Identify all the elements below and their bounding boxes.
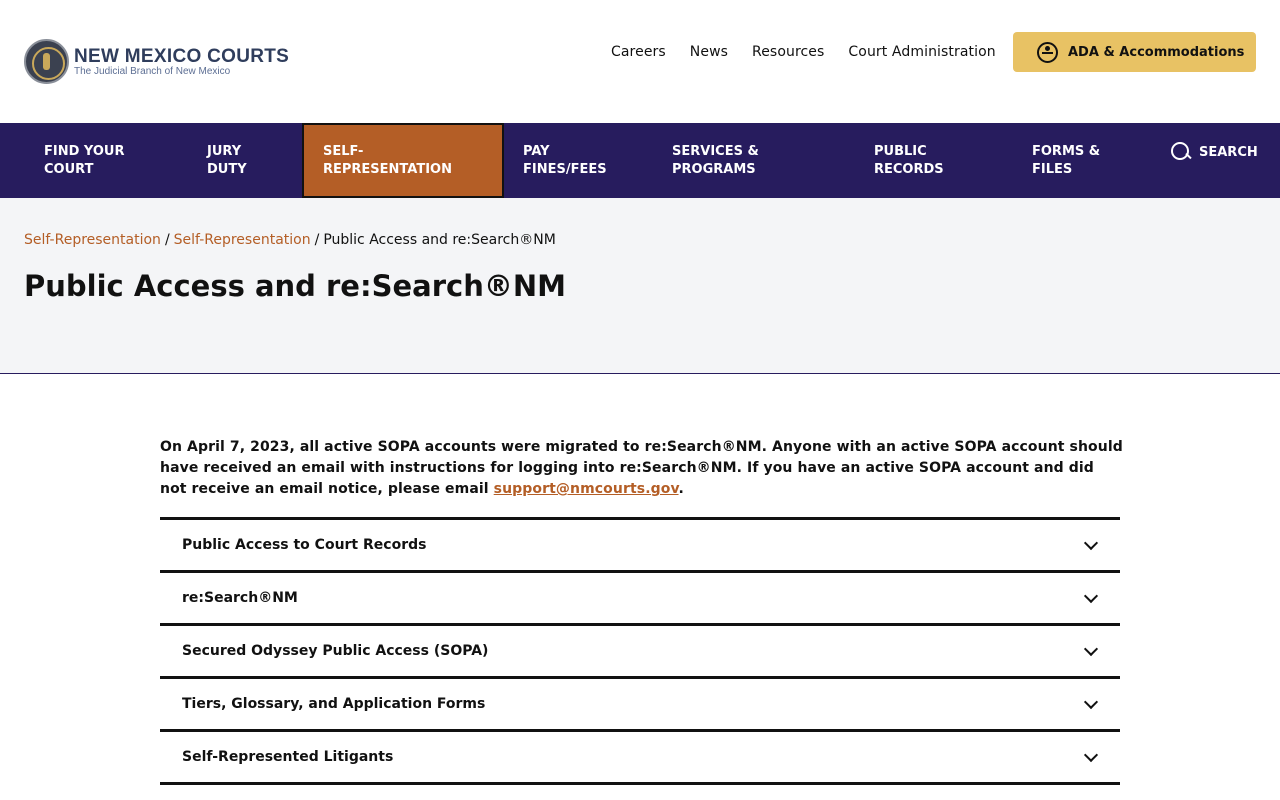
- chevron-down-icon: [1083, 588, 1099, 603]
- accordion-label: Tiers, Glossary, and Application Forms: [182, 696, 486, 712]
- migration-notice: On April 7, 2023, all active SOPA accoun…: [160, 437, 1125, 500]
- ada-accommodations-button[interactable]: ADA & Accommodations: [1013, 32, 1256, 72]
- breadcrumb: Self-Representation / Self-Representation /…: [24, 232, 556, 248]
- accordion-item-sopa[interactable]: Secured Odyssey Public Access (SOPA): [160, 626, 1120, 679]
- breadcrumb-separator: /: [164, 232, 170, 248]
- site-logo[interactable]: NEW MEXICO COURTS The Judicial Branch of…: [24, 39, 289, 84]
- accordion-item-tiers-glossary[interactable]: Tiers, Glossary, and Application Forms: [160, 679, 1120, 732]
- logo-subtitle: The Judicial Branch of New Mexico: [74, 65, 231, 77]
- utility-link-news[interactable]: News: [690, 44, 728, 60]
- breadcrumb-separator: /: [314, 232, 320, 248]
- accordion-item-public-access[interactable]: Public Access to Court Records: [160, 520, 1120, 573]
- logo-text: NEW MEXICO COURTS The Judicial Branch of…: [74, 47, 289, 77]
- court-seal-icon: [24, 39, 69, 84]
- accordion-label: Self-Represented Litigants: [182, 749, 394, 765]
- accordion-item-self-represented-litigants[interactable]: Self-Represented Litigants: [160, 732, 1120, 785]
- nav-item-services-programs[interactable]: SERVICES & PROGRAMS: [672, 123, 822, 198]
- accordion-item-research-nm[interactable]: re:Search®NM: [160, 573, 1120, 626]
- chevron-down-icon: [1083, 535, 1099, 550]
- utility-nav: Careers News Resources Court Administrat…: [611, 44, 1020, 60]
- search-button[interactable]: SEARCH: [1171, 142, 1258, 162]
- chevron-down-icon: [1083, 747, 1099, 762]
- utility-link-careers[interactable]: Careers: [611, 44, 666, 60]
- site-header: NEW MEXICO COURTS The Judicial Branch of…: [0, 0, 1280, 123]
- utility-link-resources[interactable]: Resources: [752, 44, 824, 60]
- search-label: SEARCH: [1199, 144, 1258, 160]
- nav-item-pay-fines-fees[interactable]: PAY FINES/FEES: [523, 123, 643, 198]
- nav-item-find-your-court[interactable]: FIND YOUR COURT: [44, 123, 174, 198]
- accordion-label: re:Search®NM: [182, 590, 298, 606]
- accordion-label: Secured Odyssey Public Access (SOPA): [182, 643, 489, 659]
- nav-item-forms-files[interactable]: FORMS & FILES: [1032, 123, 1132, 198]
- chevron-down-icon: [1083, 694, 1099, 709]
- accessibility-icon: [1037, 41, 1058, 63]
- search-icon: [1171, 142, 1191, 162]
- nav-item-jury-duty[interactable]: JURY DUTY: [207, 123, 287, 198]
- accordion-label: Public Access to Court Records: [182, 537, 427, 553]
- nav-item-public-records[interactable]: PUBLIC RECORDS: [874, 123, 994, 198]
- support-email-link[interactable]: support@nmcourts.gov: [494, 481, 679, 497]
- utility-link-court-administration[interactable]: Court Administration: [848, 44, 995, 60]
- breadcrumb-link-self-representation-2[interactable]: Self-Representation: [174, 232, 311, 248]
- nav-item-self-representation[interactable]: SELF- REPRESENTATION: [302, 123, 504, 198]
- ada-button-label: ADA & Accommodations: [1068, 44, 1245, 60]
- logo-title: NEW MEXICO COURTS: [74, 45, 290, 67]
- breadcrumb-link-self-representation[interactable]: Self-Representation: [24, 232, 161, 248]
- page-header: Self-Representation / Self-Representation /…: [0, 198, 1280, 374]
- chevron-down-icon: [1083, 641, 1099, 656]
- accordion: Public Access to Court Records re:Search…: [160, 517, 1120, 785]
- page-title: Public Access and re:Search®NM: [24, 269, 566, 303]
- breadcrumb-current: Public Access and re:Search®NM: [323, 232, 556, 248]
- main-nav: FIND YOUR COURT JURY DUTY SELF- REPRESEN…: [0, 123, 1280, 198]
- notice-text-end: .: [678, 481, 684, 497]
